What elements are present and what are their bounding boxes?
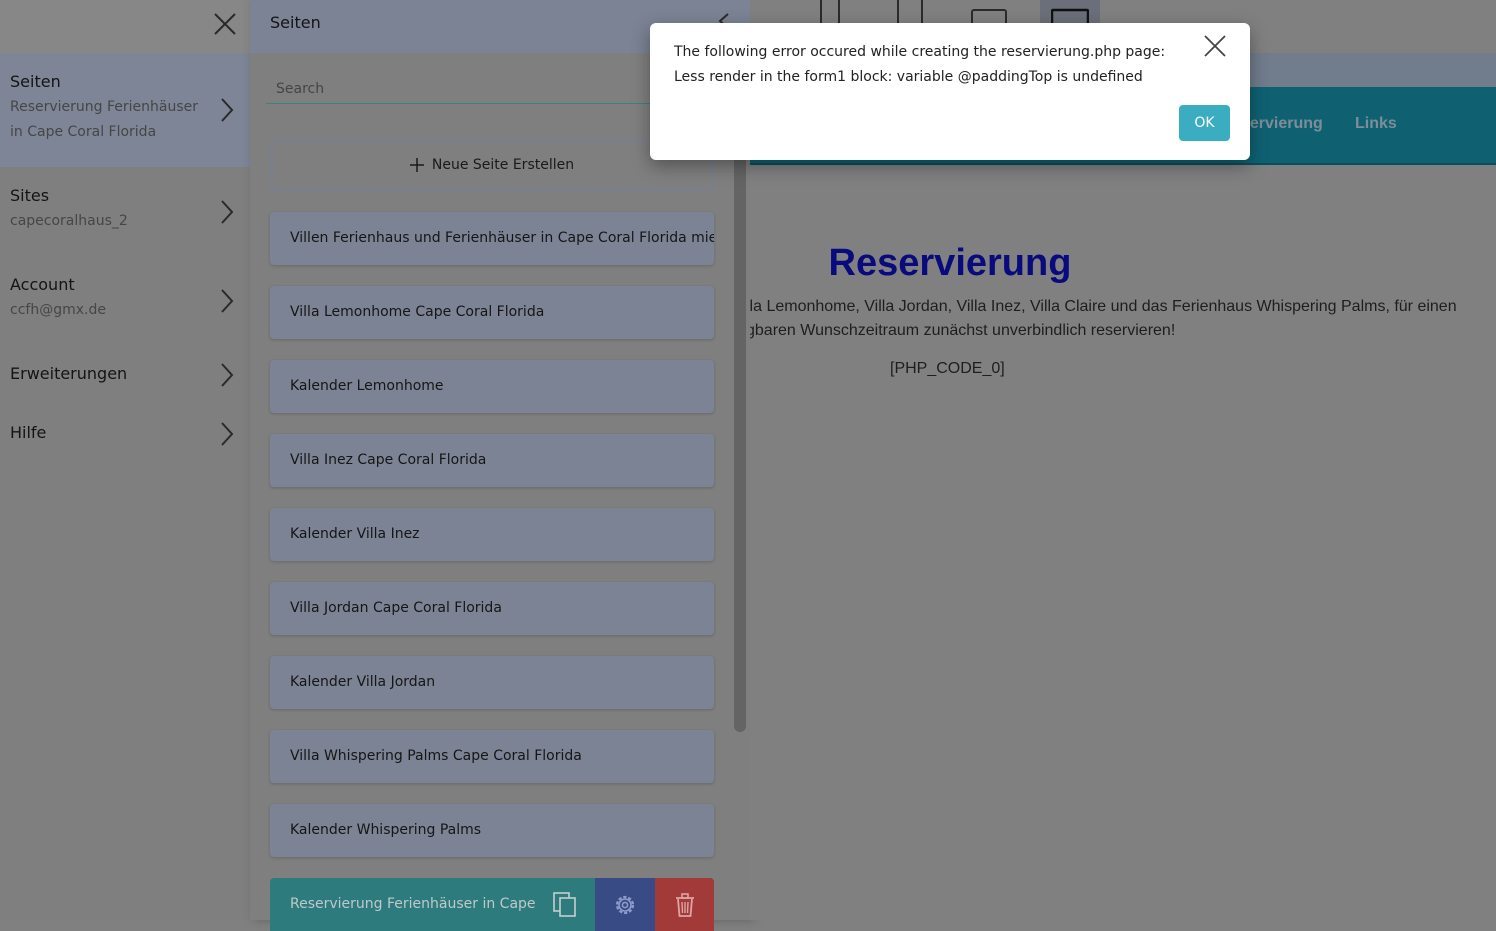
chevron-right-icon: [221, 98, 234, 122]
sidebar-item-subtitle: Reservierung Ferienhäuser in Cape Coral …: [10, 99, 199, 140]
main-sidebar: Seiten Reservierung Ferienhäuser in Cape…: [0, 0, 250, 920]
site-nav-link[interactable]: servierung: [1241, 115, 1323, 133]
sidebar-item-label: Erweiterungen: [10, 364, 128, 383]
page-settings-button[interactable]: [595, 878, 655, 931]
sidebar-item-label: Seiten: [10, 72, 61, 91]
error-dialog: The following error occured while creati…: [650, 23, 1250, 160]
new-page-button[interactable]: Neue Seite Erstellen: [270, 139, 714, 191]
page-list-item[interactable]: Kalender Whispering Palms: [270, 804, 714, 857]
page-list-item[interactable]: Villen Ferienhaus und Ferienhäuser in Ca…: [270, 212, 714, 265]
active-page-item: Reservierung Ferienhäuser in Cape: [270, 878, 714, 931]
chevron-right-icon: [221, 362, 234, 387]
pages-panel-title: Seiten: [270, 13, 321, 32]
site-paragraph-line: lla Lemonhome, Villa Jordan, Villa Inez,…: [750, 298, 1457, 315]
sidebar-item-account[interactable]: Account ccfh@gmx.de: [0, 256, 250, 345]
page-list-item[interactable]: Kalender Villa Jordan: [270, 656, 714, 709]
sidebar-item-erweiterungen[interactable]: Erweiterungen: [0, 345, 250, 404]
page-list-item[interactable]: Kalender Lemonhome: [270, 360, 714, 413]
active-page-label[interactable]: Reservierung Ferienhäuser in Cape: [290, 878, 540, 931]
close-icon[interactable]: [1203, 34, 1227, 58]
page-list: Villen Ferienhaus und Ferienhäuser in Ca…: [270, 212, 714, 878]
error-message: The following error occured while creati…: [674, 40, 1194, 90]
sidebar-item-label: Account: [10, 275, 75, 294]
sidebar-item-subtitle: ccfh@gmx.de: [10, 302, 106, 318]
new-page-label: Neue Seite Erstellen: [431, 157, 575, 173]
copy-icon[interactable]: [551, 890, 579, 918]
sidebar-header: [0, 0, 250, 53]
page-list-item[interactable]: Villa Jordan Cape Coral Florida: [270, 582, 714, 635]
php-code-placeholder: [PHP_CODE_0]: [890, 360, 1005, 377]
site-nav-link[interactable]: Links: [1355, 115, 1397, 133]
site-paragraph-line: gbaren Wunschzeitraum zunächst unverbind…: [750, 322, 1176, 339]
site-heading: Reservierung: [828, 242, 1072, 284]
sidebar-item-label: Hilfe: [10, 423, 47, 442]
page-list-item[interactable]: Villa Lemonhome Cape Coral Florida: [270, 286, 714, 339]
sidebar-item-label: Sites: [10, 186, 50, 205]
page-delete-button[interactable]: [655, 878, 714, 931]
site-paragraph: lla Lemonhome, Villa Jordan, Villa Inez,…: [750, 295, 1496, 343]
ok-button[interactable]: OK: [1179, 105, 1230, 141]
pages-scrollbar[interactable]: [734, 150, 746, 732]
trash-icon: [676, 893, 694, 917]
sidebar-item-hilfe[interactable]: Hilfe: [0, 404, 250, 463]
sidebar-item-subtitle: capecoralhaus_2: [10, 213, 128, 229]
page-list-item[interactable]: Villa Whispering Palms Cape Coral Florid…: [270, 730, 714, 783]
page-list-item[interactable]: Kalender Villa Inez: [270, 508, 714, 561]
page-list-item[interactable]: Villa Inez Cape Coral Florida: [270, 434, 714, 487]
gear-icon: [615, 895, 635, 915]
plus-icon: [409, 158, 424, 172]
error-message-line: Less render in the form1 block: variable…: [674, 69, 1143, 85]
chevron-right-icon: [221, 288, 234, 313]
chevron-right-icon: [221, 421, 234, 446]
chevron-right-icon: [221, 199, 234, 224]
close-icon[interactable]: [212, 11, 238, 37]
sidebar-item-sites[interactable]: Sites capecoralhaus_2: [0, 167, 250, 256]
sidebar-item-seiten[interactable]: Seiten Reservierung Ferienhäuser in Cape…: [0, 53, 250, 167]
error-message-line: The following error occured while creati…: [674, 44, 1166, 60]
